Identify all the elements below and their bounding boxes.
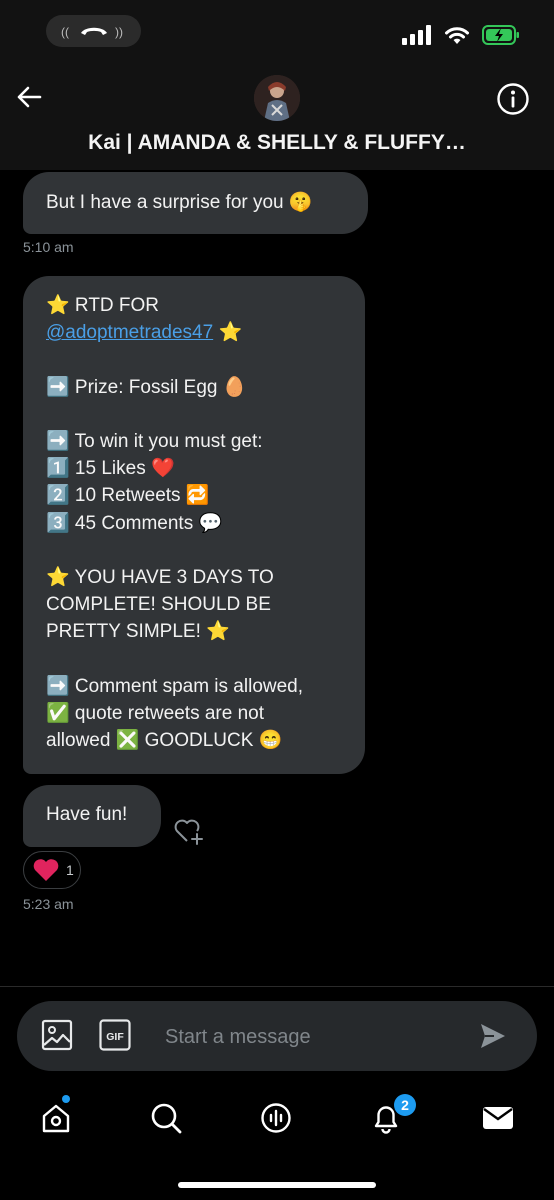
message-bubble[interactable]: But I have a surprise for you 🤫: [23, 172, 368, 234]
home-indicator: [178, 1182, 376, 1188]
reaction-count: 1: [66, 862, 74, 878]
message-line: ✅ quote retweets are not: [46, 702, 264, 724]
conversation-title[interactable]: Kai | AMANDA & SHELLY & FLUFFY…: [0, 131, 554, 155]
svg-text:((: ((: [61, 25, 69, 39]
send-icon[interactable]: [479, 1022, 507, 1050]
bottom-tab-bar: 2: [0, 1088, 554, 1200]
tab-home[interactable]: [34, 1098, 78, 1138]
message-line: ⭐ YOU HAVE 3 DAYS TO: [46, 566, 274, 588]
message-list[interactable]: But I have a surprise for you 🤫 5:10 am …: [0, 170, 554, 986]
mention-link[interactable]: @adoptmetrades47: [46, 322, 213, 343]
message-line: ➡️ To win it you must get:: [46, 430, 263, 452]
message-line: ➡️ Comment spam is allowed,: [46, 675, 304, 697]
mention-line: @adoptmetrades47 ⭐: [46, 322, 243, 344]
tab-messages[interactable]: [476, 1098, 520, 1138]
conversation-header: Kai | AMANDA & SHELLY & FLUFFY…: [0, 64, 554, 170]
spaces-icon: [261, 1103, 291, 1133]
call-indicator[interactable]: (( )): [46, 15, 141, 47]
search-icon: [151, 1103, 182, 1134]
wifi-icon: [445, 27, 469, 44]
signal-icon: [402, 25, 431, 45]
avatar-image: [254, 75, 300, 121]
message-line: 2️⃣ 10 Retweets 🔁: [46, 485, 210, 507]
message-timestamp: 5:10 am: [23, 239, 74, 255]
avatar[interactable]: [254, 75, 300, 121]
heart-icon: [33, 859, 59, 881]
info-icon[interactable]: [496, 82, 530, 116]
message-timestamp: 5:23 am: [23, 896, 74, 912]
message-line: [46, 401, 342, 428]
tab-spaces[interactable]: [254, 1098, 298, 1138]
home-new-dot: [62, 1095, 70, 1103]
message-line: allowed ❎ GOODLUCK 😁: [46, 730, 283, 751]
add-reaction-icon[interactable]: [172, 815, 206, 847]
gif-icon[interactable]: GIF: [99, 1019, 131, 1051]
image-icon[interactable]: [41, 1019, 73, 1051]
gif-label: GIF: [106, 1031, 124, 1043]
message-line: ➡️ Prize: Fossil Egg 🥚: [46, 376, 247, 398]
battery-icon: [482, 25, 519, 45]
svg-text:)): )): [115, 25, 123, 39]
message-text: But I have a surprise for you 🤫: [46, 192, 313, 213]
tab-search[interactable]: [144, 1098, 188, 1138]
message-line: 3️⃣ 45 Comments 💬: [46, 512, 223, 534]
status-bar: (( )): [0, 0, 554, 64]
notifications-badge: 2: [394, 1094, 416, 1116]
message-text: Have fun!: [46, 804, 128, 825]
phone-icon: (( )): [61, 25, 123, 39]
message-line: [46, 645, 342, 672]
message-line: 1️⃣ 15 Likes ❤️: [46, 458, 175, 480]
message-line: PRETTY SIMPLE! ⭐: [46, 621, 230, 643]
message-line: [46, 346, 342, 373]
message-input[interactable]: [163, 1021, 467, 1053]
mail-icon: [483, 1107, 513, 1129]
composer-area: GIF: [0, 986, 554, 1089]
message-composer: GIF: [17, 1001, 537, 1071]
message-line: COMPLETE! SHOULD BE: [46, 594, 271, 616]
message-line: [46, 537, 342, 564]
message-bubble[interactable]: ⭐ RTD FOR @adoptmetrades47 ⭐ ➡️ Prize: F…: [23, 276, 365, 774]
home-icon: [42, 1104, 70, 1133]
reaction-chip[interactable]: 1: [23, 851, 81, 889]
message-bubble[interactable]: Have fun!: [23, 785, 161, 847]
message-line: ⭐ RTD FOR: [46, 295, 160, 316]
back-arrow-icon[interactable]: [14, 82, 44, 112]
